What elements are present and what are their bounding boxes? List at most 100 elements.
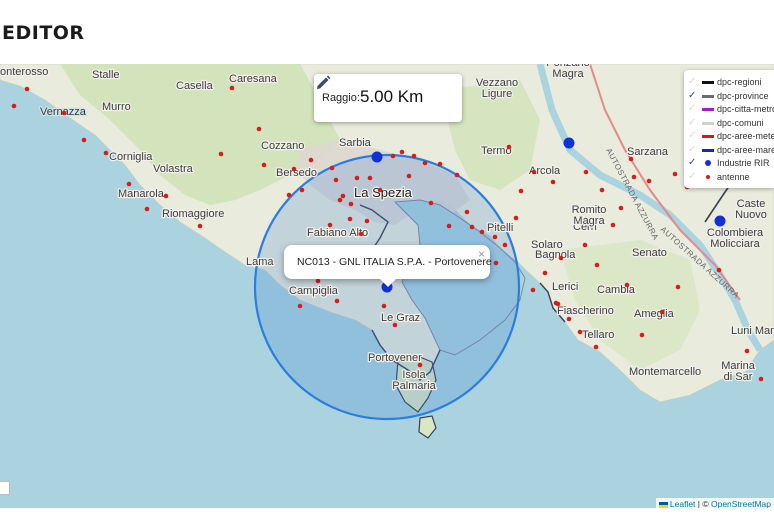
antenna-marker	[291, 166, 297, 172]
legend-label: dpc-aree-meteo	[717, 131, 774, 141]
place-label: Bagnola	[535, 249, 576, 261]
checkbox-icon[interactable]: ✓	[688, 144, 698, 156]
antenna-marker	[639, 332, 645, 338]
pencil-icon[interactable]	[314, 74, 332, 92]
antenna-marker	[354, 175, 360, 181]
rir-marker[interactable]	[371, 151, 383, 163]
checkbox-icon[interactable]: ✓	[688, 157, 698, 169]
antenna-marker	[417, 362, 423, 368]
map-container[interactable]: AUTOSTRADA AZZURRA AUTOSTRADA AZZURRA on…	[0, 64, 774, 508]
antenna-marker	[348, 201, 354, 207]
radius-label: Raggio:	[322, 92, 360, 104]
antenna-marker	[716, 267, 722, 273]
place-label: Cozzano	[261, 140, 304, 152]
antenna-marker	[261, 162, 267, 168]
app-header: EDITOR	[0, 0, 774, 64]
place-label: Senato	[632, 247, 667, 259]
antenna-marker	[675, 284, 681, 290]
radius-control: Raggio: 5.00 Km	[314, 74, 462, 122]
antenna-marker	[381, 303, 387, 309]
antenna-marker	[390, 153, 396, 159]
place-label: Murro	[102, 101, 131, 113]
antenna-marker	[411, 153, 417, 159]
checkbox-icon[interactable]: ✓	[688, 76, 698, 88]
place-label: Casella	[176, 80, 214, 92]
popup-tip	[380, 279, 396, 287]
antenna-marker	[406, 173, 412, 179]
antenna-marker	[531, 169, 537, 175]
antenna-marker	[553, 300, 559, 306]
legend-label: dpc-citta-metro	[717, 104, 774, 114]
rir-marker[interactable]	[714, 215, 726, 227]
checkbox-icon[interactable]: ✓	[688, 103, 698, 115]
place-label: Manarola	[118, 188, 165, 200]
place-label: Palmaria	[392, 380, 436, 392]
place-label: Pitelli	[487, 222, 513, 234]
legend-item[interactable]: ✓ dpc-province	[684, 90, 774, 102]
osm-link[interactable]: OpenStreetMap	[711, 499, 771, 508]
antenna-marker	[347, 216, 353, 222]
antenna-marker	[24, 86, 30, 92]
zoom-control[interactable]	[0, 481, 10, 495]
antenna-marker	[558, 255, 564, 261]
antenna-marker	[297, 303, 303, 309]
marker-popup: NC013 - GNL ITALIA S.P.A. - Portovenere …	[284, 245, 492, 287]
antenna-marker	[758, 376, 764, 382]
place-label: Bersedo	[276, 167, 317, 179]
antenna-marker	[479, 229, 485, 235]
checkbox-icon[interactable]: ✓	[688, 117, 698, 129]
layer-legend[interactable]: ✓ dpc-regioni ✓ dpc-province ✓ dpc-citta-metr…	[684, 70, 774, 188]
place-label: Le Graz	[381, 312, 420, 324]
antenna-marker	[340, 193, 346, 199]
place-label: Stalle	[92, 69, 120, 81]
legend-item[interactable]: ✓ dpc-citta-metro	[684, 103, 774, 115]
antenna-marker	[61, 110, 67, 116]
antenna-marker	[144, 206, 150, 212]
popup-close-button[interactable]: ×	[478, 247, 485, 261]
place-label: Magra	[552, 68, 584, 80]
antenna-marker	[493, 260, 499, 266]
rir-marker[interactable]	[563, 137, 575, 149]
legend-swatch	[705, 160, 711, 166]
place-label: di Sar	[724, 371, 753, 383]
place-label: Molicciara	[710, 238, 760, 250]
antenna-marker	[299, 187, 305, 193]
legend-swatch	[702, 108, 714, 111]
checkbox-icon[interactable]: ✓	[688, 130, 698, 142]
antenna-marker	[518, 188, 524, 194]
antenna-marker	[437, 161, 443, 167]
legend-label: Industrie RIR	[717, 158, 770, 168]
place-label: Nuovo	[735, 209, 767, 221]
antenna-marker	[364, 218, 370, 224]
checkbox-icon[interactable]: ✓	[688, 171, 698, 183]
antenna-marker	[624, 282, 630, 288]
legend-item[interactable]: ✓ antenne	[684, 171, 774, 183]
page-title: EDITOR	[2, 22, 85, 44]
antenna-marker	[464, 209, 470, 215]
legend-item[interactable]: ✓ dpc-aree-mare	[684, 144, 774, 156]
leaflet-link[interactable]: Leaflet	[670, 499, 696, 508]
antenna-marker	[334, 298, 340, 304]
legend-swatch	[702, 81, 714, 84]
antenna-marker	[618, 205, 624, 211]
antenna-marker	[197, 223, 203, 229]
map-attribution: Leaflet | © OpenStreetMap	[655, 498, 774, 508]
checkbox-icon[interactable]: ✓	[688, 90, 698, 102]
antenna-marker	[329, 165, 335, 171]
antenna-marker	[530, 287, 536, 293]
antenna-marker	[392, 322, 398, 328]
antenna-marker	[599, 187, 605, 193]
antenna-marker	[11, 103, 17, 109]
legend-item[interactable]: ✓ Industrie RIR	[684, 157, 774, 169]
legend-label: dpc-aree-mare	[717, 144, 774, 155]
antenna-marker	[229, 85, 235, 91]
legend-item[interactable]: ✓ dpc-comuni	[684, 117, 774, 129]
legend-item[interactable]: ✓ dpc-regioni	[684, 76, 774, 88]
legend-item[interactable]: ✓ dpc-aree-meteo	[684, 130, 774, 142]
antenna-marker	[218, 151, 224, 157]
antenna-marker	[594, 262, 600, 268]
place-label: Lama	[246, 256, 274, 268]
antenna-marker	[593, 344, 599, 350]
legend-swatch	[702, 148, 714, 152]
antenna-marker	[327, 222, 333, 228]
